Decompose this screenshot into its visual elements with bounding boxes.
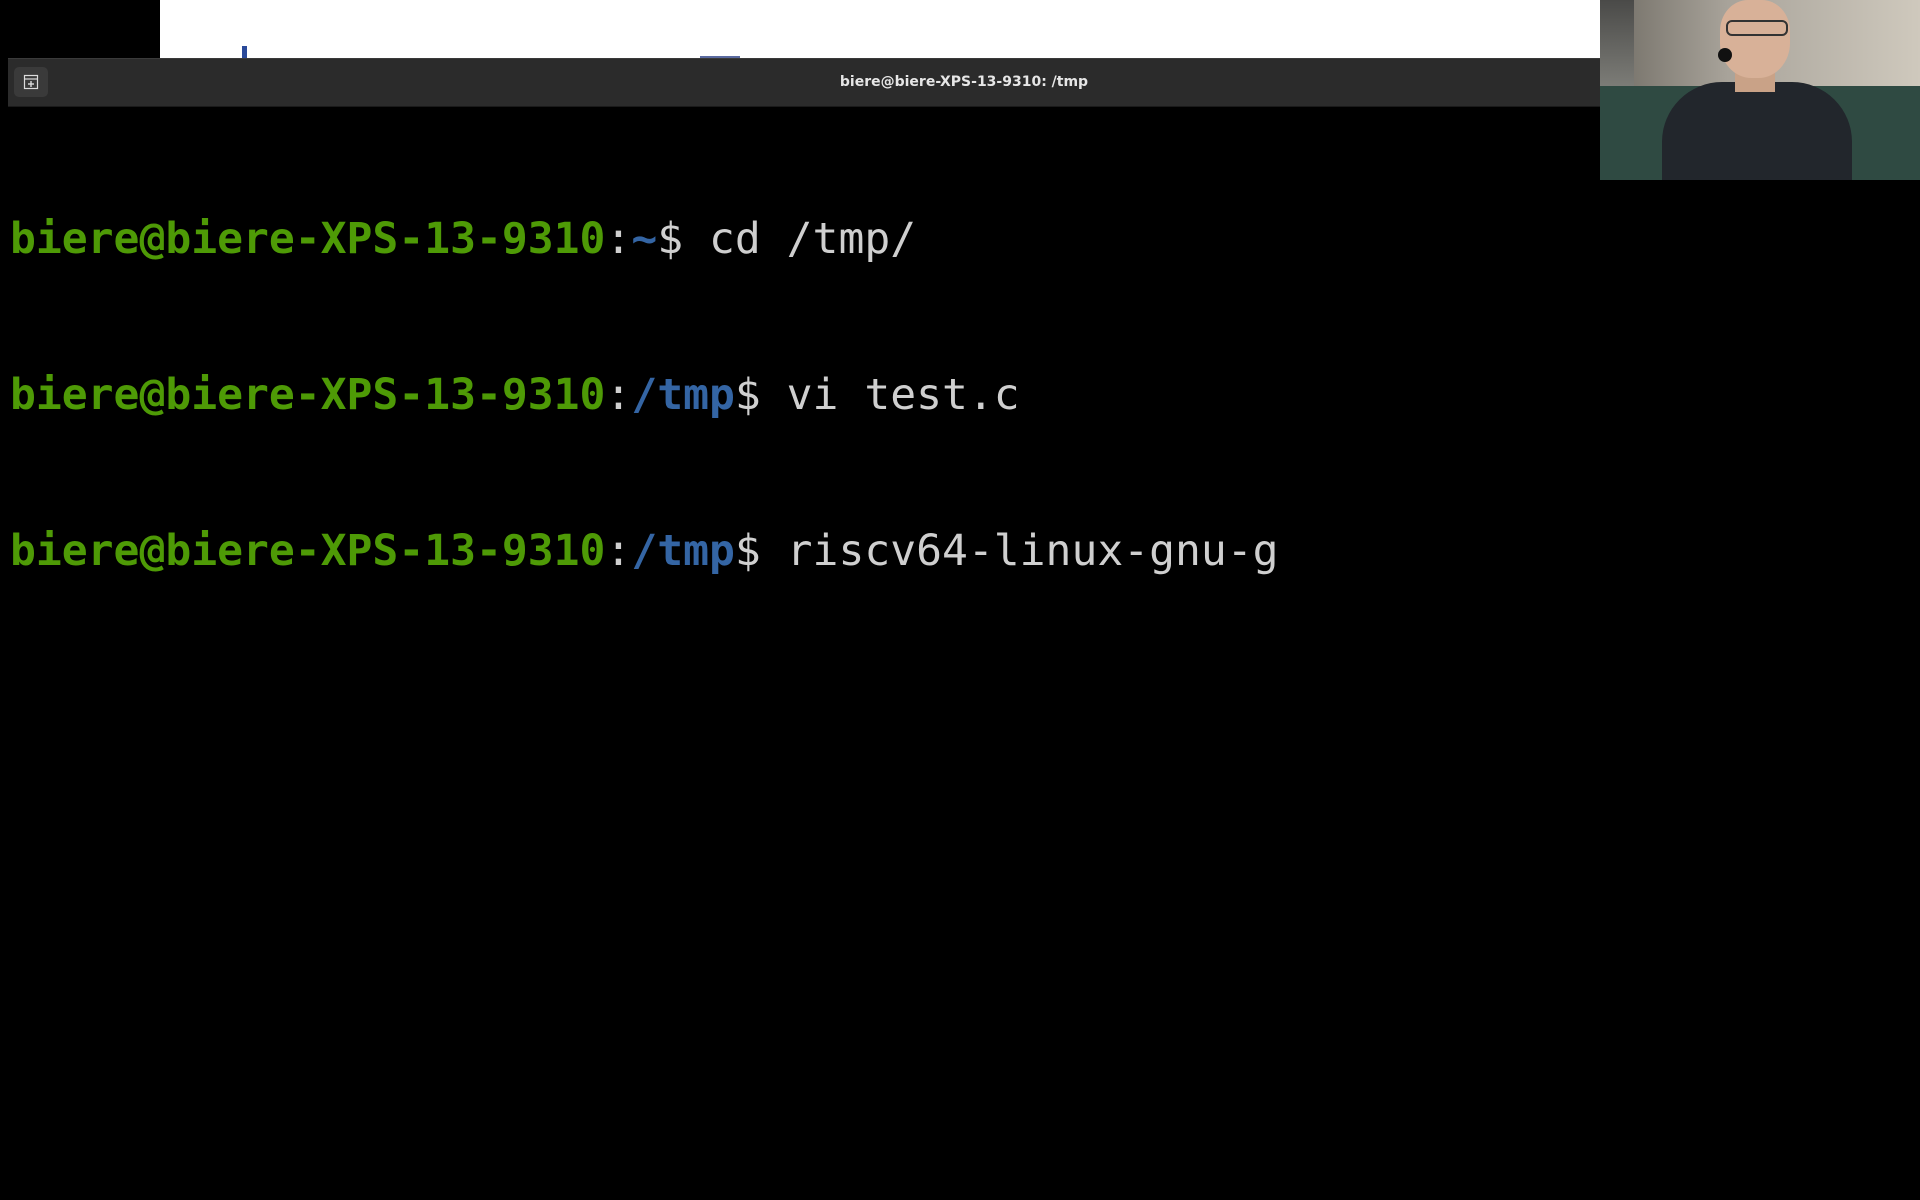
terminal-line-current[interactable]: biere@biere-XPS-13-9310:/tmp$ riscv64-li… — [10, 525, 1918, 577]
desktop: biere@biere-XPS-13-9310: /tmp biere@bier… — [0, 0, 1920, 1200]
presenter-head — [1720, 0, 1790, 78]
prompt-symbol: $ — [734, 370, 787, 420]
background-window[interactable] — [160, 0, 1600, 60]
terminal-output[interactable]: biere@biere-XPS-13-9310:~$ cd /tmp/ bier… — [8, 107, 1920, 1200]
prompt-path: ~ — [631, 214, 658, 264]
prompt-separator: : — [605, 526, 632, 576]
prompt-user-host: biere@biere-XPS-13-9310 — [10, 526, 606, 576]
prompt-symbol: $ — [657, 214, 709, 264]
prompt-separator: : — [605, 214, 632, 264]
terminal-window[interactable]: biere@biere-XPS-13-9310: /tmp biere@bier… — [8, 58, 1920, 1200]
headset-mic-icon — [1718, 48, 1732, 62]
command-input-text[interactable]: riscv64-linux-gnu-g — [787, 526, 1279, 576]
prompt-user-host: biere@biere-XPS-13-9310 — [10, 370, 606, 420]
webcam-overlay[interactable] — [1600, 0, 1920, 180]
prompt-symbol: $ — [734, 526, 787, 576]
command-text: vi test.c — [786, 370, 1020, 420]
prompt-path: /tmp — [631, 526, 735, 576]
presenter-body — [1662, 82, 1852, 180]
prompt-user-host: biere@biere-XPS-13-9310 — [10, 214, 606, 264]
terminal-line: biere@biere-XPS-13-9310:/tmp$ vi test.c — [10, 369, 1918, 421]
prompt-path: /tmp — [631, 370, 735, 420]
presenter-glasses — [1726, 20, 1788, 36]
terminal-line: biere@biere-XPS-13-9310:~$ cd /tmp/ — [10, 213, 1918, 265]
prompt-separator: : — [605, 370, 632, 420]
command-text: cd /tmp/ — [709, 214, 917, 264]
